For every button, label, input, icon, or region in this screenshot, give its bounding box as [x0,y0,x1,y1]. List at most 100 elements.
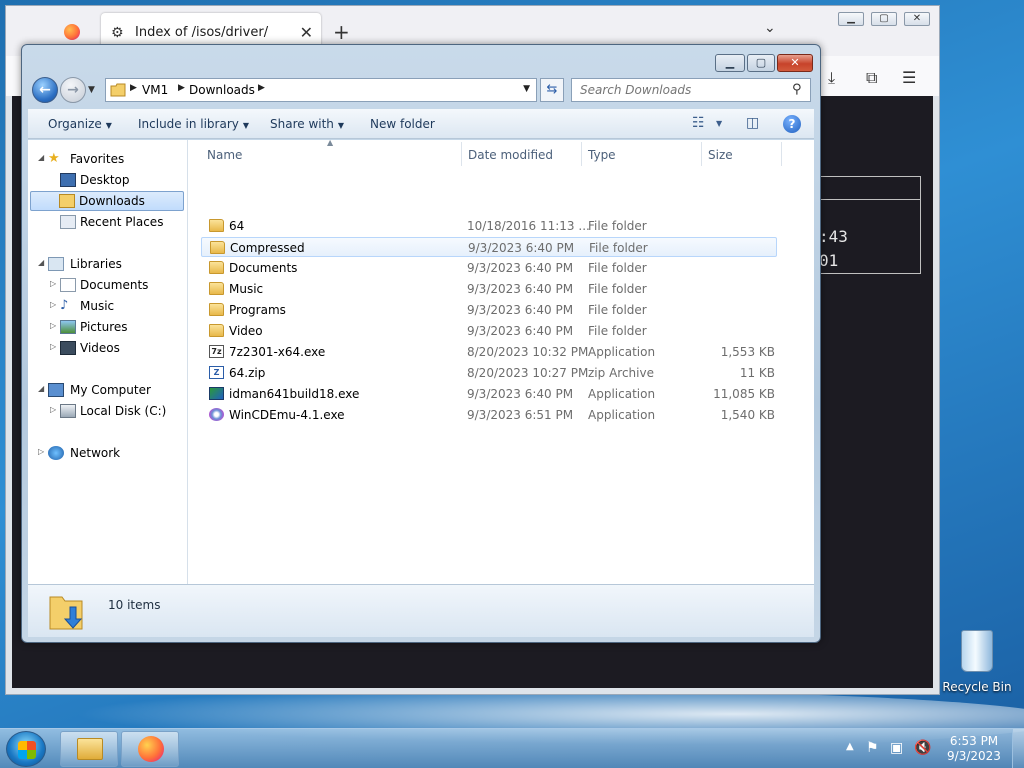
minimize-button[interactable]: ▁ [838,12,864,26]
nav-my-computer[interactable]: ◢ My Computer [28,381,186,401]
computer-icon [48,383,64,397]
explorer-body: ◢ ★ Favorites Desktop Downloads Recent P… [28,138,814,584]
music-icon: ♪ [60,298,69,313]
close-button[interactable]: ✕ [904,12,930,26]
nav-favorites[interactable]: ◢ ★ Favorites [28,150,186,170]
close-tab-icon[interactable]: ✕ [300,23,313,42]
expand-arrow-icon[interactable]: ◢ [38,384,44,393]
nav-recent-places[interactable]: Recent Places [28,213,186,233]
chevron-down-icon[interactable]: ▼ [716,119,722,128]
collapse-arrow-icon[interactable]: ▷ [50,321,56,330]
nav-downloads[interactable]: Downloads [30,191,184,211]
action-center-icon[interactable]: ⚑ [866,740,879,756]
file-type: File folder [588,219,647,233]
new-tab-icon[interactable]: + [333,20,350,44]
include-in-library-button[interactable]: Include in library ▼ [138,117,249,131]
taskbar-explorer-button[interactable] [60,731,118,767]
search-icon[interactable]: ⚲ [792,82,802,97]
new-folder-button[interactable]: New folder [370,117,435,131]
share-with-button[interactable]: Share with ▼ [270,117,344,131]
file-date: 9/3/2023 6:51 PM [467,408,574,422]
extensions-icon[interactable]: ⧉ [866,68,877,88]
recent-pages-chevron-icon[interactable]: ▼ [88,85,95,95]
file-type: Application [588,345,656,359]
documents-icon [60,278,76,292]
downloads-icon[interactable]: ⤓ [828,68,835,88]
refresh-button[interactable]: ⇆ [540,78,564,102]
forward-button[interactable]: → [60,77,86,103]
column-divider[interactable] [581,142,582,166]
column-divider[interactable] [781,142,782,166]
breadcrumb-separator-icon[interactable]: ▶ [258,83,265,93]
system-clock[interactable]: 6:53 PM 9/3/2023 [944,734,1004,764]
column-divider[interactable] [701,142,702,166]
taskbar-firefox-button[interactable] [121,731,179,767]
breadcrumb-separator-icon[interactable]: ▶ [130,83,137,93]
nav-pictures[interactable]: ▷ Pictures [28,318,186,338]
organize-button[interactable]: Organize ▼ [48,117,112,131]
network-tray-icon[interactable]: ▣ [890,740,903,756]
view-options-icon[interactable]: ☷ [692,115,705,131]
preview-pane-icon[interactable]: ◫ [746,115,759,131]
table-row[interactable]: 64 10/18/2016 11:13 ... File folder [201,216,777,236]
table-row[interactable]: Video 9/3/2023 6:40 PM File folder [201,321,777,341]
expand-arrow-icon[interactable]: ◢ [38,258,44,267]
collapse-arrow-icon[interactable]: ▷ [38,447,44,456]
table-row[interactable]: idman641build18.exe 9/3/2023 6:40 PM App… [201,384,777,404]
show-desktop-button[interactable] [1012,729,1024,768]
maximize-button[interactable]: ▢ [871,12,897,26]
help-icon[interactable]: ? [783,115,801,133]
nav-music[interactable]: ▷ ♪ Music [28,297,186,317]
menu-icon[interactable]: ☰ [902,68,916,87]
file-type: File folder [589,241,648,255]
downloads-folder-icon [59,194,75,208]
recycle-bin[interactable]: Recycle Bin [942,630,1012,700]
table-row[interactable]: 7z 7z2301-x64.exe 8/20/2023 10:32 PM App… [201,342,777,362]
minimize-button[interactable]: ▁ [715,54,745,72]
collapse-arrow-icon[interactable]: ▷ [50,279,56,288]
organize-label: Organize [48,117,102,131]
nav-label: Network [70,446,121,460]
sort-ascending-icon: ▲ [327,138,334,147]
address-bar[interactable]: ▶ VM1 ▶ Downloads ▶ ▼ [105,78,537,102]
firefox-logo-icon[interactable] [64,24,80,40]
list-tabs-chevron-icon[interactable]: ⌄ [764,20,776,36]
nav-videos[interactable]: ▷ Videos [28,339,186,359]
nav-libraries[interactable]: ◢ Libraries [28,255,186,275]
nav-label: Recent Places [80,215,164,229]
collapse-arrow-icon[interactable]: ▷ [50,342,56,351]
file-list: ▲ Name Date modified Type Size 64 10/18/… [189,138,814,584]
show-hidden-icons-icon[interactable]: ▲ [846,741,854,752]
back-button[interactable]: ← [32,77,58,103]
column-size[interactable]: Size [708,148,733,162]
expand-arrow-icon[interactable]: ◢ [38,153,44,162]
table-row[interactable]: WinCDEmu-4.1.exe 9/3/2023 6:51 PM Applic… [201,405,777,425]
breadcrumb-downloads[interactable]: Downloads [189,83,255,97]
nav-documents[interactable]: ▷ Documents [28,276,186,296]
column-divider[interactable] [461,142,462,166]
column-name[interactable]: Name [207,148,242,162]
start-button[interactable] [6,731,46,767]
table-row[interactable]: Music 9/3/2023 6:40 PM File folder [201,279,777,299]
file-name: Programs [229,303,286,317]
volume-muted-icon[interactable]: 🔇 [914,740,931,756]
nav-desktop[interactable]: Desktop [28,171,186,191]
breadcrumb-vm1[interactable]: VM1 [142,83,168,97]
column-type[interactable]: Type [588,148,616,162]
table-row[interactable]: Compressed 9/3/2023 6:40 PM File folder [201,237,777,257]
table-row[interactable]: Documents 9/3/2023 6:40 PM File folder [201,258,777,278]
recent-places-icon [60,215,76,229]
collapse-arrow-icon[interactable]: ▷ [50,300,56,309]
nav-network[interactable]: ▷ Network [28,444,186,464]
file-name: Music [229,282,264,296]
close-button[interactable]: ✕ [777,54,813,72]
address-dropdown-icon[interactable]: ▼ [523,84,530,94]
table-row[interactable]: Z 64.zip 8/20/2023 10:27 PM zip Archive … [201,363,777,383]
collapse-arrow-icon[interactable]: ▷ [50,405,56,414]
search-input[interactable] [571,78,811,102]
breadcrumb-separator-icon[interactable]: ▶ [178,83,185,93]
table-row[interactable]: Programs 9/3/2023 6:40 PM File folder [201,300,777,320]
column-date-modified[interactable]: Date modified [468,148,553,162]
nav-local-disk[interactable]: ▷ Local Disk (C:) [28,402,186,422]
maximize-button[interactable]: ▢ [747,54,775,72]
